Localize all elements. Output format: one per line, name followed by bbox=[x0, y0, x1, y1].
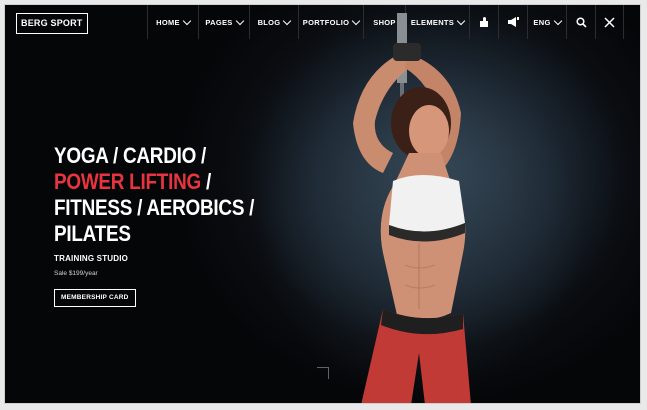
site-logo[interactable]: BERG SPORT bbox=[16, 13, 88, 34]
hero-line-1: YOGA / CARDIO / bbox=[54, 143, 207, 168]
nav-item-label: HOME bbox=[156, 17, 180, 27]
decorative-corner bbox=[317, 367, 329, 379]
nav-item-label: PAGES bbox=[205, 17, 233, 27]
hero-athlete-image bbox=[353, 13, 471, 403]
nav-item-pages[interactable]: PAGES bbox=[198, 5, 249, 39]
membership-card-button[interactable]: MEMBERSHIP CARD bbox=[54, 289, 136, 307]
hero-heading: YOGA / CARDIO / POWER LIFTING / FITNESS … bbox=[54, 143, 284, 247]
hero-line-4: PILATES bbox=[54, 221, 131, 246]
hero-price: Sale $199/year bbox=[54, 270, 98, 277]
chevron-down-icon bbox=[182, 16, 192, 25]
hero-line-2: POWER LIFTING / bbox=[54, 169, 252, 195]
nav-item-label: BLOG bbox=[257, 17, 281, 27]
nav-item-home[interactable]: HOME bbox=[147, 5, 198, 39]
search-icon bbox=[575, 16, 587, 28]
hero-line-2-rest: / bbox=[200, 169, 211, 194]
search-button[interactable] bbox=[566, 5, 595, 39]
close-menu-button[interactable] bbox=[595, 5, 624, 39]
chevron-down-icon bbox=[235, 16, 244, 25]
chevron-down-icon bbox=[553, 16, 562, 25]
close-icon bbox=[604, 16, 615, 28]
hero-line-3: FITNESS / AEROBICS / bbox=[54, 195, 255, 220]
hero-highlight: POWER LIFTING bbox=[54, 169, 201, 194]
language-selector[interactable]: ENG bbox=[527, 5, 566, 39]
chevron-down-icon bbox=[283, 16, 292, 25]
hero-subtitle: TRAINING STUDIO bbox=[54, 254, 129, 263]
browser-frame: BERG SPORT HOME PAGES BLOG PORTFOLIO SHO… bbox=[4, 4, 641, 404]
language-label: ENG bbox=[533, 17, 551, 27]
nav-item-blog[interactable]: BLOG bbox=[249, 5, 298, 39]
